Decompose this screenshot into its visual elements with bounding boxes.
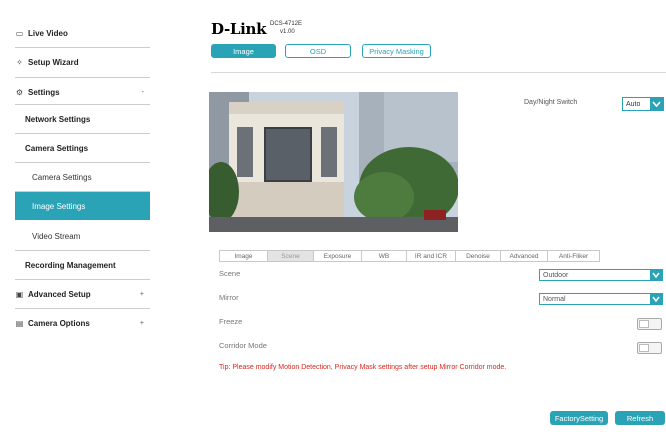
sidebar-subitem-video-stream[interactable]: Video Stream bbox=[15, 228, 150, 244]
sidebar-item-label: Advanced Setup bbox=[28, 289, 91, 299]
tab-image[interactable]: Image bbox=[211, 44, 276, 58]
divider bbox=[15, 133, 150, 134]
sidebar-item-setup-wizard[interactable]: ✧ Setup Wizard bbox=[15, 54, 150, 70]
street-scene-illustration bbox=[209, 92, 458, 232]
sidebar-item-label: Camera Settings bbox=[25, 143, 89, 153]
tab-scene[interactable]: Scene bbox=[268, 250, 314, 262]
sidebar-item-label: Settings bbox=[28, 87, 60, 97]
divider bbox=[15, 77, 150, 78]
tab-advanced[interactable]: Advanced bbox=[501, 250, 548, 262]
live-preview-image bbox=[209, 92, 458, 232]
camera-options-icon: ▤ bbox=[15, 318, 24, 328]
sidebar-item-live-video[interactable]: ▭ Live Video bbox=[15, 25, 150, 41]
sidebar-item-recording-management[interactable]: Recording Management bbox=[15, 257, 150, 273]
tab-ir-and-icr[interactable]: IR and ICR bbox=[407, 250, 456, 262]
firmware-version: v1.00 bbox=[280, 29, 295, 35]
sidebar-item-network-settings[interactable]: Network Settings bbox=[15, 111, 150, 127]
mirror-value: Normal bbox=[543, 295, 566, 303]
scene-value: Outdoor bbox=[543, 271, 569, 279]
wand-icon: ✧ bbox=[16, 57, 23, 67]
tab-image[interactable]: Image bbox=[219, 250, 268, 262]
model-info: DCS-4712E v1.00 bbox=[270, 20, 302, 36]
header-divider bbox=[211, 72, 666, 73]
toggle-knob bbox=[639, 320, 649, 328]
divider bbox=[15, 162, 150, 163]
sidebar-item-label: Camera Settings bbox=[32, 172, 92, 182]
corridor-mode-label: Corridor Mode bbox=[219, 341, 267, 350]
sidebar-item-camera-options[interactable]: ▤ Camera Options + bbox=[15, 315, 150, 331]
sidebar: ▭ Live Video ✧ Setup Wizard ⚙ Settings -… bbox=[15, 0, 150, 432]
scene-select[interactable]: Outdoor bbox=[539, 269, 663, 281]
divider bbox=[15, 104, 150, 105]
sidebar-item-label: Setup Wizard bbox=[28, 57, 79, 67]
sidebar-item-label: Video Stream bbox=[32, 231, 81, 241]
freeze-label: Freeze bbox=[219, 317, 243, 326]
corridor-mode-toggle[interactable] bbox=[637, 342, 662, 354]
tab-denoise[interactable]: Denoise bbox=[456, 250, 501, 262]
tab-osd[interactable]: OSD bbox=[285, 44, 351, 58]
sidebar-item-label: Network Settings bbox=[25, 114, 91, 124]
divider bbox=[15, 279, 150, 280]
chevron-down-icon[interactable] bbox=[650, 98, 663, 110]
mirror-label: Mirror bbox=[219, 293, 239, 302]
factory-setting-button[interactable]: FactorySetting bbox=[550, 411, 608, 425]
settings-tabs: Image Scene Exposure WB IR and ICR Denoi… bbox=[219, 250, 600, 262]
refresh-button[interactable]: Refresh bbox=[615, 411, 665, 425]
sidebar-item-label: Recording Management bbox=[25, 260, 116, 270]
mirror-select[interactable]: Normal bbox=[539, 293, 663, 305]
tab-exposure[interactable]: Exposure bbox=[314, 250, 362, 262]
divider bbox=[15, 308, 150, 309]
expand-indicator: + bbox=[139, 319, 144, 327]
chevron-down-icon[interactable] bbox=[650, 270, 662, 280]
advanced-setup-icon: ▣ bbox=[15, 289, 24, 299]
brand-logo: D-Link bbox=[211, 20, 267, 38]
day-night-select[interactable]: Auto bbox=[622, 97, 664, 111]
gear-icon: ⚙ bbox=[15, 87, 24, 97]
collapse-indicator: - bbox=[141, 88, 144, 96]
day-night-value: Auto bbox=[626, 100, 641, 108]
tab-anti-flicker[interactable]: Anti-Fliker bbox=[548, 250, 600, 262]
sidebar-item-camera-settings[interactable]: Camera Settings bbox=[15, 140, 150, 156]
scene-label: Scene bbox=[219, 269, 241, 278]
expand-indicator: + bbox=[139, 290, 144, 298]
monitor-icon: ▭ bbox=[15, 28, 24, 38]
toggle-knob bbox=[639, 344, 649, 352]
sidebar-item-label: Live Video bbox=[28, 28, 68, 38]
sidebar-item-advanced-setup[interactable]: ▣ Advanced Setup + bbox=[15, 286, 150, 302]
sidebar-item-label: Image Settings bbox=[32, 201, 86, 211]
divider bbox=[15, 250, 150, 251]
sidebar-subitem-camera-settings[interactable]: Camera Settings bbox=[15, 169, 150, 185]
sidebar-item-settings[interactable]: ⚙ Settings - bbox=[15, 84, 150, 100]
day-night-switch-label: Day/Night Switch bbox=[524, 99, 578, 106]
model-name: DCS-4712E bbox=[270, 21, 303, 27]
tab-privacy-masking[interactable]: Privacy Masking bbox=[362, 44, 431, 58]
divider bbox=[15, 47, 150, 48]
freeze-toggle[interactable] bbox=[637, 318, 662, 330]
tip-message: Tip: Please modify Motion Detection, Pri… bbox=[219, 364, 507, 371]
chevron-down-icon[interactable] bbox=[650, 294, 662, 304]
tab-wb[interactable]: WB bbox=[362, 250, 407, 262]
sidebar-item-label: Camera Options bbox=[28, 318, 90, 328]
sidebar-subitem-image-settings[interactable]: Image Settings bbox=[15, 192, 150, 220]
